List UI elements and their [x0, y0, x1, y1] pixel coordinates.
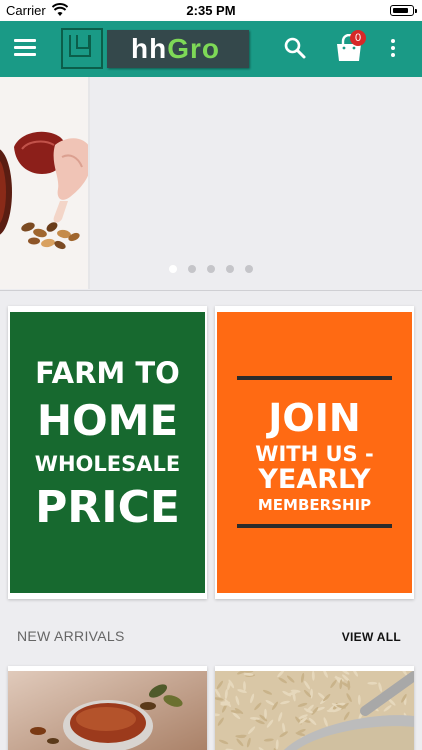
- battery-icon: [390, 5, 417, 16]
- more-vert-icon[interactable]: [388, 39, 398, 61]
- meat-nuts-slide-image: [0, 77, 90, 289]
- section-divider: [0, 290, 422, 291]
- brand-suffix: Gro: [167, 33, 220, 64]
- brand-prefix: hh: [131, 33, 168, 64]
- banner-divider-bottom: [237, 524, 392, 528]
- promo-carousel[interactable]: [0, 77, 422, 289]
- banner-background: JOIN WITH US - YEARLY MEMBERSHIP: [217, 312, 412, 593]
- banner-divider-top: [237, 376, 392, 380]
- product-card[interactable]: [215, 666, 414, 750]
- search-icon[interactable]: [283, 36, 307, 60]
- clock-time: 2:35 PM: [186, 3, 236, 18]
- new-arrivals-title: NEW ARRIVALS: [17, 628, 125, 644]
- banner-line: FARM TO: [35, 356, 180, 390]
- app-screen: Carrier 2:35 PM hhGro 0 FARM TO HOME WHO…: [0, 0, 422, 750]
- rice-product-image: [215, 671, 414, 750]
- farm-to-home-banner[interactable]: FARM TO HOME WHOLESALE PRICE: [8, 306, 207, 599]
- banner-line: YEARLY: [258, 464, 371, 495]
- banner-background: FARM TO HOME WHOLESALE PRICE: [10, 312, 205, 593]
- carousel-dot[interactable]: [207, 265, 215, 273]
- banner-line: WITH US -: [255, 442, 374, 466]
- banner-line: WHOLESALE: [34, 452, 181, 476]
- battery-level: [392, 7, 408, 13]
- banner-line: PRICE: [35, 482, 180, 533]
- carousel-dot[interactable]: [188, 265, 196, 273]
- menu-icon[interactable]: [14, 37, 38, 59]
- banner-line: MEMBERSHIP: [257, 496, 372, 514]
- spice-product-image: [8, 671, 207, 750]
- carousel-dot[interactable]: [169, 265, 177, 273]
- carousel-dot[interactable]: [226, 265, 234, 273]
- banner-line: JOIN: [268, 396, 361, 440]
- cart-count-badge: 0: [350, 30, 366, 46]
- membership-banner[interactable]: JOIN WITH US - YEARLY MEMBERSHIP: [215, 306, 414, 599]
- product-card[interactable]: [8, 666, 207, 750]
- brand-logo[interactable]: hhGro: [107, 30, 249, 68]
- status-bar: Carrier 2:35 PM: [0, 0, 422, 21]
- carousel-pagination: [169, 265, 259, 273]
- view-all-link[interactable]: VIEW ALL: [342, 630, 401, 644]
- logo-icon: [61, 28, 103, 69]
- carousel-dot[interactable]: [245, 265, 253, 273]
- app-bar: hhGro 0: [0, 21, 422, 77]
- banner-line: HOME: [36, 396, 179, 445]
